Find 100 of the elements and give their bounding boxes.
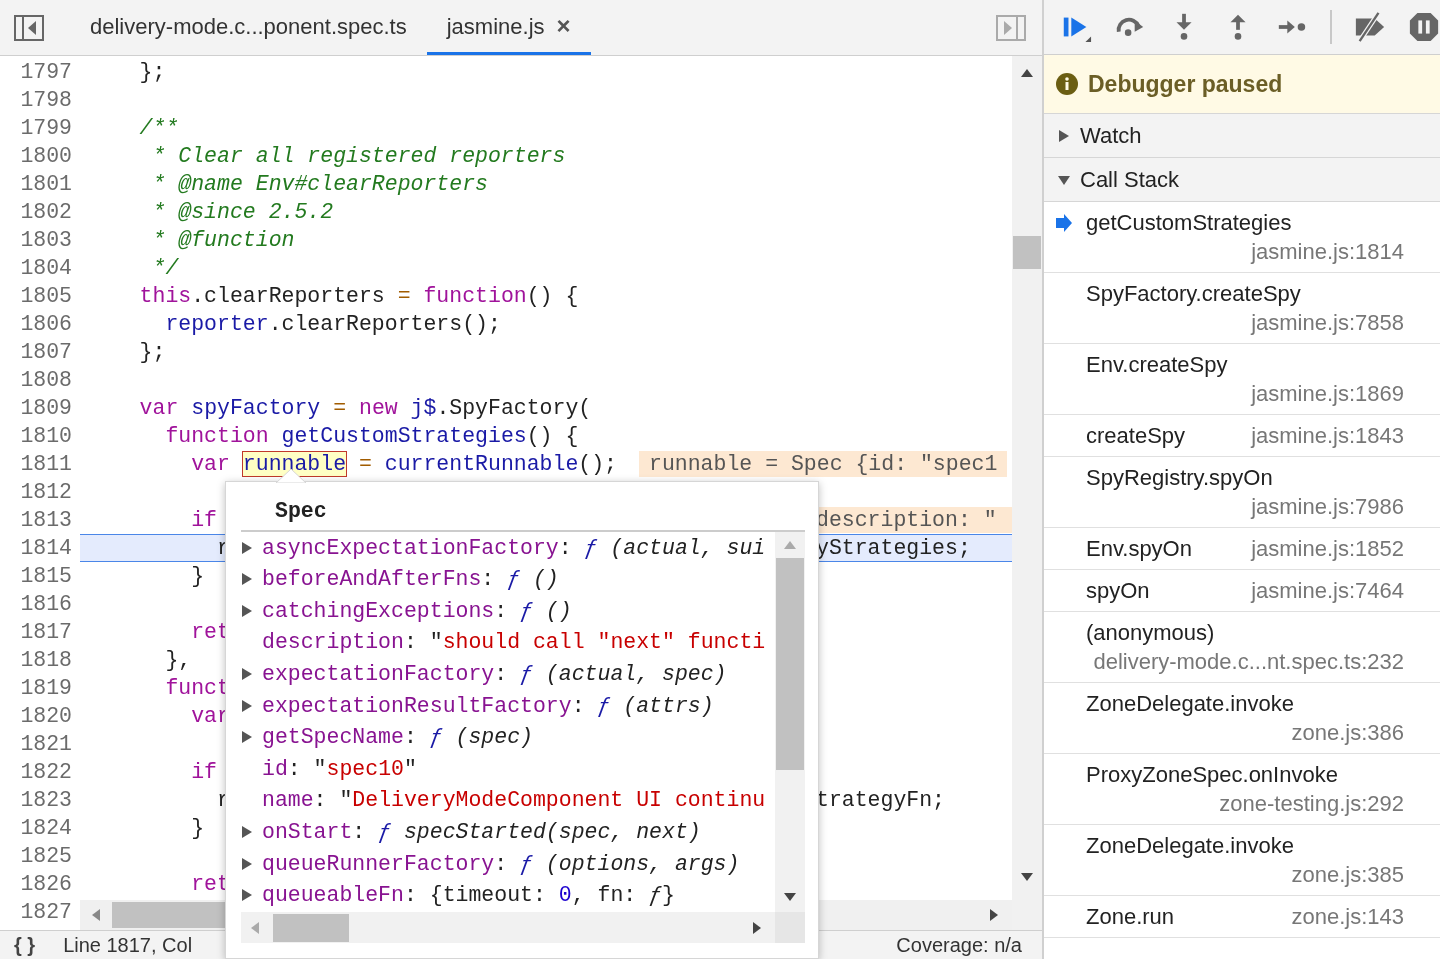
code-line: yStrategies; <box>816 535 971 561</box>
frame-location: jasmine.js:7858 <box>1251 309 1404 337</box>
panel-toggle-icon[interactable] <box>996 14 1026 41</box>
sidebar-toggle-icon[interactable] <box>14 14 44 41</box>
expand-triangle-icon[interactable] <box>241 730 253 745</box>
property-text[interactable]: onStart: ƒ specStarted(spec, next) <box>262 816 701 849</box>
property-text[interactable]: asyncExpectationFactory: ƒ (actual, sui <box>262 532 766 564</box>
frame-location: jasmine.js:7464 <box>1251 577 1404 605</box>
scroll-right-icon[interactable] <box>988 908 1000 922</box>
property-text[interactable]: queueRunnerFactory: ƒ (options, args) <box>262 847 740 880</box>
property-text[interactable]: getSpecName: ƒ (spec) <box>262 721 533 754</box>
line-number: 1821 <box>20 732 72 756</box>
expand-triangle-icon[interactable] <box>241 604 253 618</box>
scrollbar-thumb[interactable] <box>273 913 349 942</box>
frame-location: zone.js:385 <box>1291 861 1404 889</box>
line-number: 1799 <box>20 116 72 140</box>
line-number: 1802 <box>20 200 72 224</box>
property-text[interactable]: name: "DeliveryModeComponent UI continu <box>262 784 766 817</box>
line-number: 1801 <box>20 172 72 196</box>
frame-name: ProxyZoneSpec.onInvoke <box>1086 761 1338 789</box>
scroll-down-icon[interactable] <box>1020 872 1034 882</box>
frame-name: createSpy <box>1086 422 1186 450</box>
scroll-up-icon[interactable] <box>1020 68 1034 78</box>
property-text[interactable]: expectationFactory: ƒ (actual, spec) <box>262 658 727 691</box>
expand-triangle-icon[interactable] <box>241 888 253 903</box>
line-number: 1814 <box>20 536 72 560</box>
expand-triangle-icon[interactable] <box>241 698 253 713</box>
property-text[interactable]: id: "spec10" <box>262 752 417 786</box>
vertical-scrollbar[interactable] <box>1012 56 1042 930</box>
coverage-text: Coverage: n/a <box>896 933 1022 957</box>
code-line: trategyFn; <box>816 787 946 813</box>
line-number: 1826 <box>20 872 72 896</box>
line-number: 1815 <box>20 564 72 588</box>
line-number: 1811 <box>20 452 72 476</box>
line-number: 1798 <box>20 88 72 112</box>
code-line: /** <box>138 116 179 140</box>
line-number: 1812 <box>20 480 72 504</box>
expand-triangle-icon[interactable] <box>241 572 253 587</box>
line-number: 1825 <box>20 844 72 868</box>
popover-title: Spec <box>275 497 327 525</box>
line-number: 1820 <box>20 704 72 728</box>
code-line: * @name Env#clearReporters <box>151 172 488 196</box>
frame-name: SpyFactory.createSpy <box>1086 280 1301 308</box>
file-tab[interactable]: jasmine.js × <box>426 0 591 55</box>
expand-triangle-icon[interactable] <box>241 825 253 840</box>
property-text[interactable]: description: "should call "next" functi <box>262 626 766 659</box>
pause-on-exceptions-icon[interactable] <box>1408 10 1440 44</box>
inline-value: description: " <box>816 507 1012 533</box>
frame-name: Zone.run <box>1086 903 1175 931</box>
scroll-left-icon[interactable] <box>90 908 102 922</box>
line-number: 1797 <box>20 60 72 84</box>
code-line: * Clear all registered reporters <box>151 144 566 168</box>
line-number: 1808 <box>20 368 72 392</box>
line-number: 1806 <box>20 312 72 336</box>
frame-name: Env.spyOn <box>1086 535 1192 563</box>
format-button[interactable]: { } <box>14 933 36 957</box>
code-line: if <box>190 760 218 784</box>
frame-name: (anonymous) <box>1086 619 1215 647</box>
property-text[interactable]: catchingExceptions: ƒ () <box>262 594 572 628</box>
close-button[interactable]: × <box>556 8 571 44</box>
line-number: 1804 <box>20 256 72 280</box>
code-line: reporter.clearReporters(); <box>164 312 501 336</box>
line-number: 1813 <box>20 508 72 532</box>
property-text[interactable]: expectationResultFactory: ƒ (attrs) <box>262 689 714 722</box>
line-number: 1810 <box>20 424 72 448</box>
line-number: 1819 <box>20 676 72 700</box>
frame-location: jasmine.js:7986 <box>1251 493 1404 521</box>
line-number: 1800 <box>20 144 72 168</box>
horizontal-scrollbar[interactable] <box>241 912 776 943</box>
property-text[interactable]: beforeAndAfterFns: ƒ () <box>262 563 559 596</box>
frame-name: Env.createSpy <box>1086 351 1228 379</box>
line-number: 1816 <box>20 592 72 616</box>
line-number: 1818 <box>20 648 72 672</box>
frame-name: SpyRegistry.spyOn <box>1086 464 1273 492</box>
frame-location: zone.js:143 <box>1291 903 1404 931</box>
line-number: 1805 <box>20 284 72 308</box>
frame-location: jasmine.js:1814 <box>1251 238 1404 266</box>
expand-triangle-icon[interactable] <box>1058 128 1070 143</box>
code-line: * @since 2.5.2 <box>151 200 334 224</box>
line-number: 1827 <box>20 900 72 924</box>
frame-name: ZoneDelegate.invoke <box>1086 690 1294 718</box>
scroll-down-icon[interactable] <box>783 892 797 902</box>
code-line: var runnable = currentRunnable(); <box>190 452 617 476</box>
code-line: } <box>190 816 205 840</box>
vertical-scrollbar[interactable] <box>775 532 805 912</box>
frame-name: getCustomStrategies <box>1086 209 1292 237</box>
file-tab[interactable]: delivery-mode.c...ponent.spec.ts <box>70 0 427 55</box>
expand-triangle-icon[interactable] <box>241 540 253 555</box>
line-number: 1822 <box>20 760 72 784</box>
info-icon <box>1056 73 1078 95</box>
line-number: 1807 <box>20 340 72 364</box>
property-text[interactable]: queueableFn: {timeout: 0, fn: ƒ} <box>262 879 675 912</box>
code-line: }; <box>138 60 166 84</box>
deactivate-breakpoints-icon[interactable] <box>1353 10 1386 44</box>
code-line: */ <box>151 256 179 280</box>
section-header[interactable]: Watch <box>1044 114 1440 158</box>
expand-triangle-icon[interactable] <box>241 856 253 871</box>
scrollbar-thumb[interactable] <box>776 558 804 770</box>
scrollbar-thumb[interactable] <box>1013 236 1041 269</box>
expand-triangle-icon[interactable] <box>241 667 253 682</box>
